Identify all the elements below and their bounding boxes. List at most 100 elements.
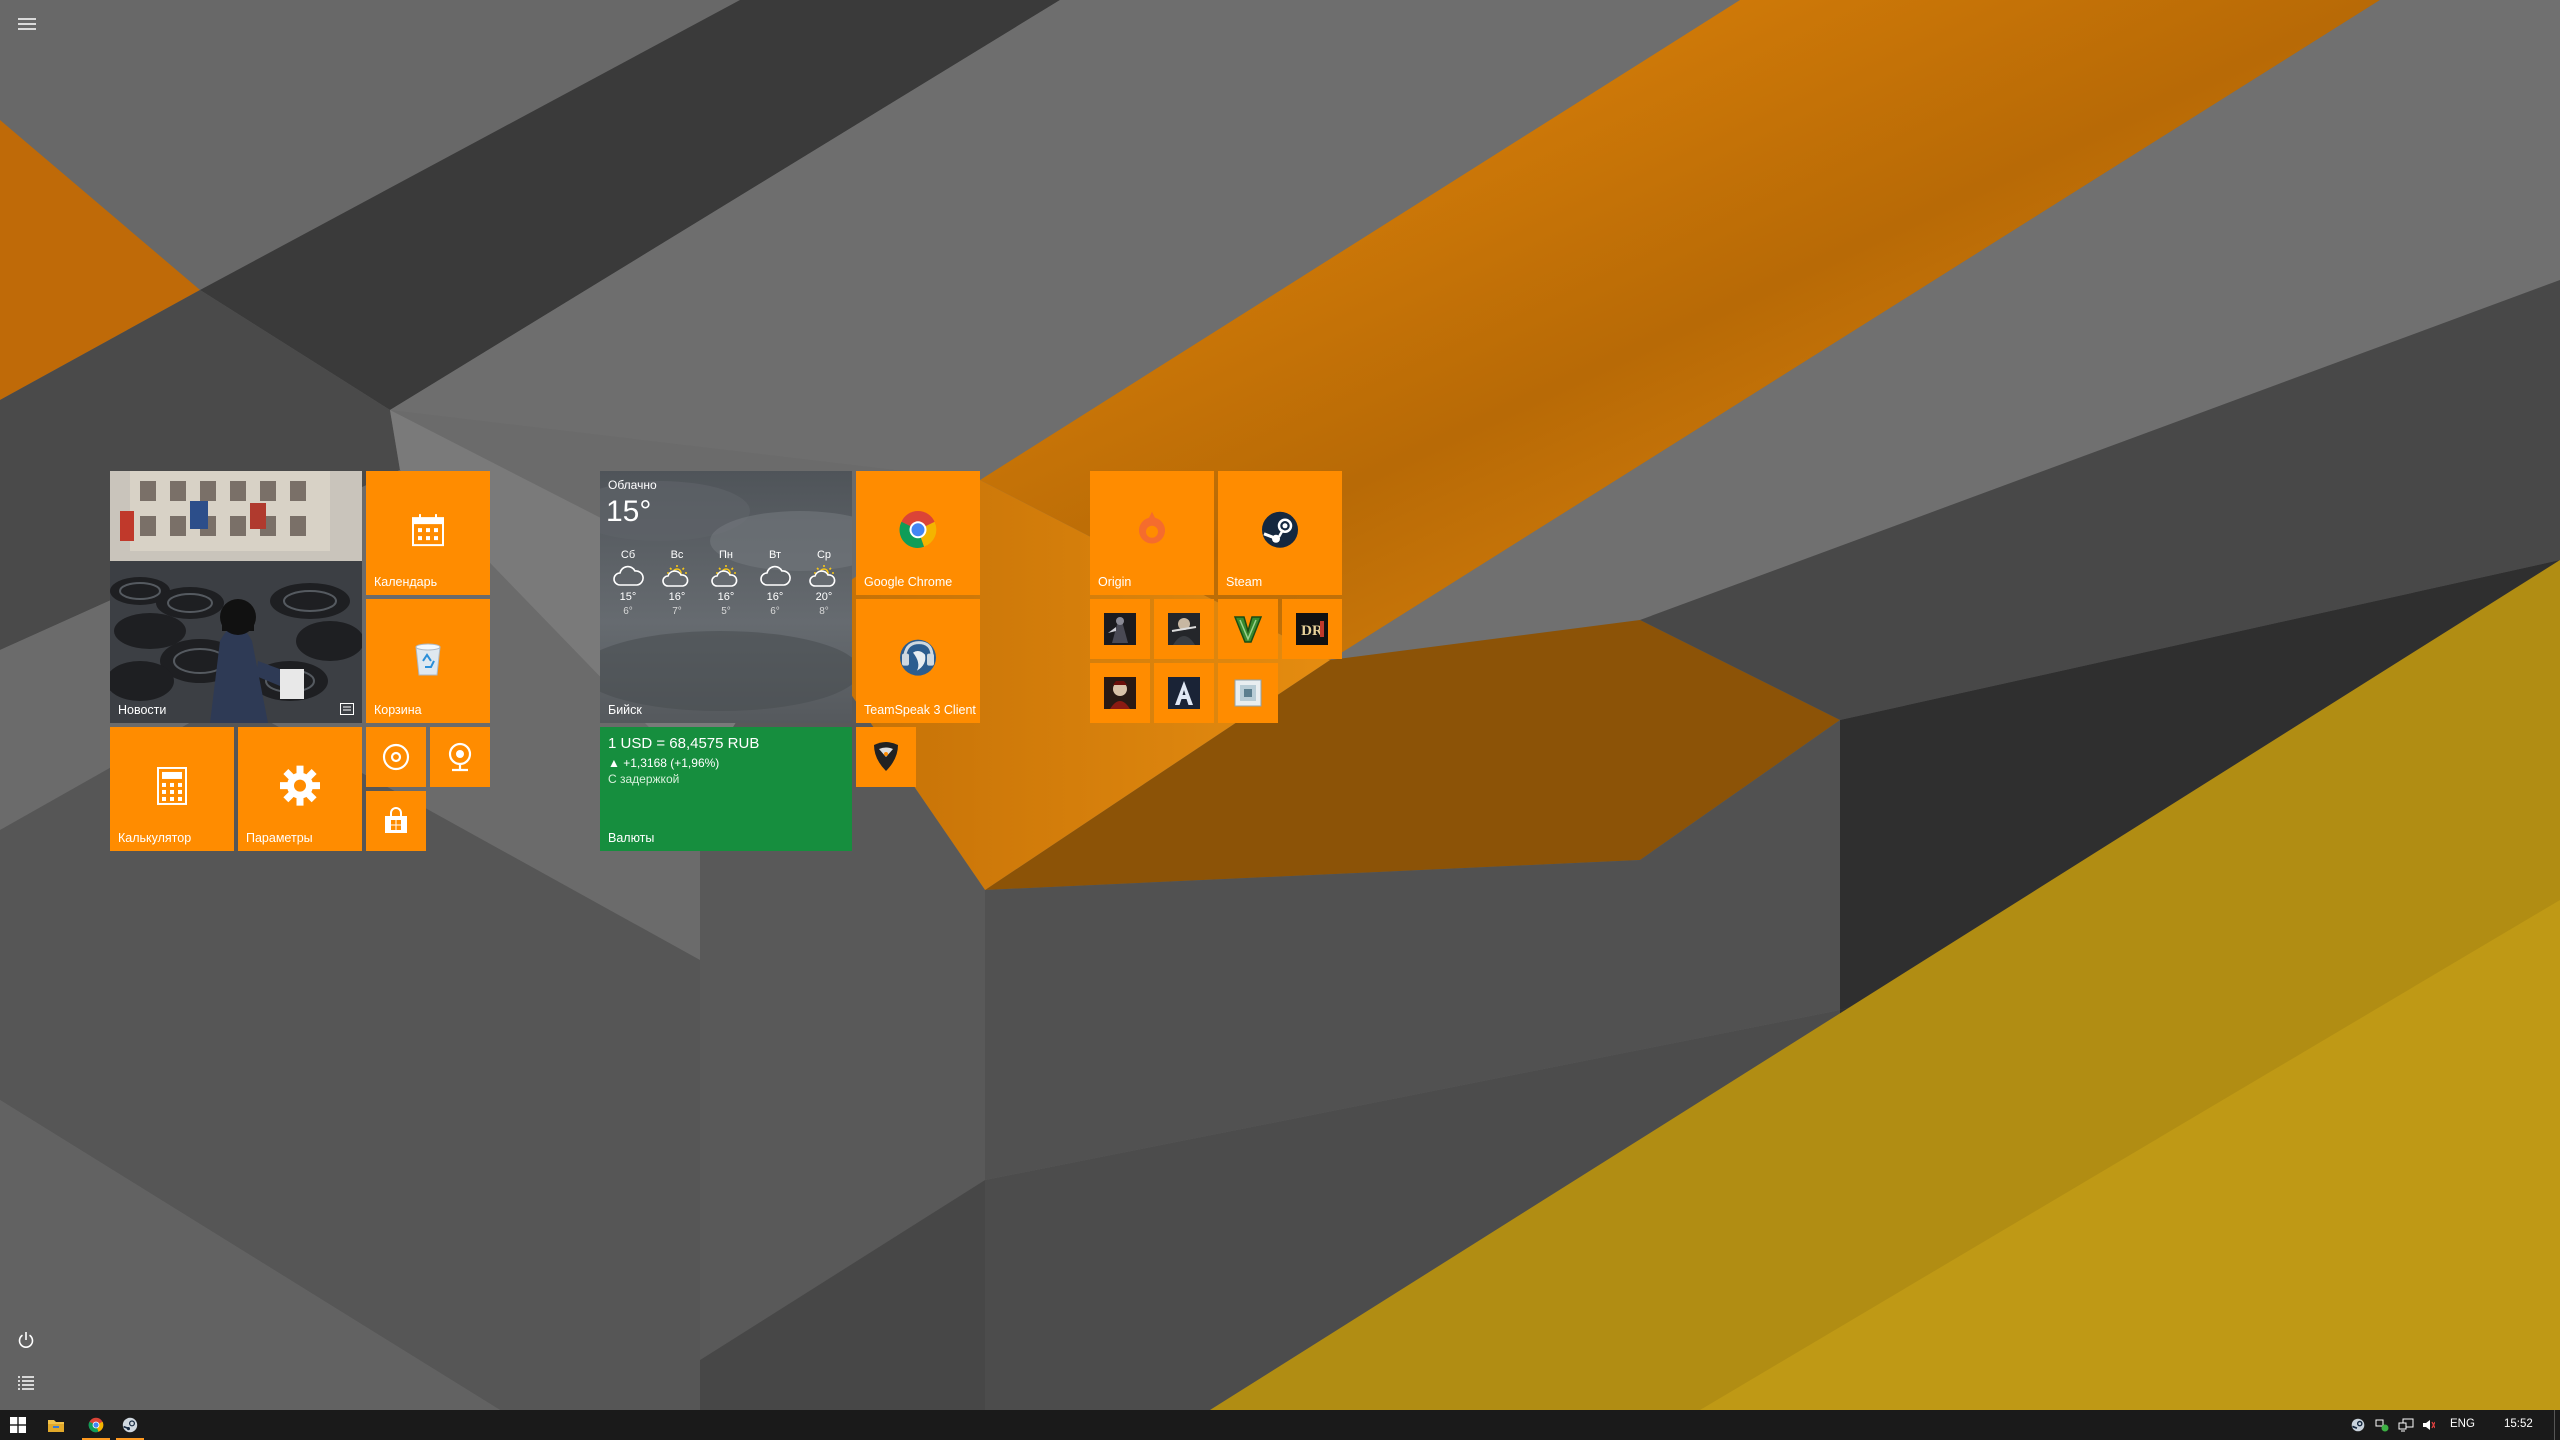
svg-text:DR: DR: [1301, 623, 1323, 639]
windows-logo-icon: [10, 1417, 26, 1433]
recycle-bin-tile-label: Корзина: [374, 703, 422, 717]
currency-rate: 1 USD = 68,4575 RUB: [608, 735, 760, 752]
game-white-box-icon: [1234, 679, 1262, 707]
camera-tile[interactable]: [430, 727, 490, 787]
dr-game-icon: DR: [1296, 613, 1328, 645]
forecast-low-3: 6°: [770, 606, 780, 617]
calendar-tile-label: Календарь: [374, 575, 438, 589]
steam-tile[interactable]: Steam: [1218, 471, 1342, 595]
taskbar: ENG 15:52: [0, 1410, 2560, 1440]
forecast-day-4: Ср: [816, 549, 832, 561]
store-bag-icon: [385, 807, 407, 833]
currency-tile-label: Валюты: [608, 831, 655, 845]
guitar-pick-icon: [874, 742, 898, 771]
calculator-tile-label: Калькулятор: [118, 831, 192, 845]
start-button[interactable]: [0, 1410, 36, 1440]
origin-tile-label: Origin: [1098, 575, 1132, 589]
input-language[interactable]: ENG: [2450, 1418, 2475, 1430]
settings-tile-label: Параметры: [246, 831, 313, 845]
weather-current-temp: 15°: [606, 495, 652, 528]
chrome-tile-label: Google Chrome: [864, 575, 953, 589]
forecast-day-2: Пн: [719, 549, 733, 561]
forecast-low-0: 6°: [623, 606, 633, 617]
tray-volume[interactable]: [2420, 1417, 2436, 1433]
letter-a-game-icon: [1168, 677, 1200, 709]
gear-icon: [280, 765, 320, 806]
hamburger-icon: [18, 18, 36, 30]
taskbar-file-explorer[interactable]: [36, 1410, 76, 1440]
game-red-warrior-icon: [1104, 677, 1136, 709]
origin-icon: [1139, 511, 1165, 544]
weather-tile[interactable]: Облачно 15° Сб Вс Пн Вт Ср 15° 16° 16° 1…: [600, 471, 852, 723]
game-tile-6[interactable]: [1154, 663, 1214, 723]
settings-tile[interactable]: Параметры: [238, 727, 362, 851]
game-tile-7[interactable]: [1218, 663, 1278, 723]
chrome-icon: [899, 510, 937, 549]
game-dark-figure-icon: [1104, 613, 1136, 645]
tray-network-status[interactable]: [2374, 1417, 2390, 1433]
groove-music-tile[interactable]: [366, 727, 426, 787]
cloud-icon: [760, 565, 791, 586]
game-tile-1[interactable]: [1090, 599, 1150, 659]
calculator-tile[interactable]: Калькулятор: [110, 727, 234, 851]
calendar-tile[interactable]: Календарь: [366, 471, 490, 595]
power-icon: [18, 1332, 34, 1348]
currency-tile[interactable]: 1 USD = 68,4575 RUB ▲ +1,3168 (+1,96%) С…: [600, 727, 852, 851]
webcam-icon: [448, 742, 472, 772]
forecast-high-2: 16°: [717, 591, 735, 603]
steam-tile-label: Steam: [1226, 575, 1263, 589]
news-tile-label: Новости: [118, 703, 167, 717]
tray-network[interactable]: [2398, 1417, 2414, 1433]
hamburger-menu-button[interactable]: [11, 8, 43, 40]
chrome-tile[interactable]: Google Chrome: [856, 471, 980, 595]
chrome-icon: [88, 1417, 104, 1433]
calculator-icon: [157, 766, 187, 805]
tray-steam[interactable]: [2350, 1417, 2366, 1433]
forecast-day-0: Сб: [620, 549, 636, 561]
news-tile[interactable]: Новости: [110, 471, 362, 723]
gta-v-icon: [1233, 616, 1263, 643]
teamspeak-icon: [900, 639, 936, 676]
teamspeak-tile[interactable]: TeamSpeak 3 Client: [856, 599, 980, 723]
game-tile-4[interactable]: DR: [1282, 599, 1342, 659]
game-tile-3[interactable]: [1218, 599, 1278, 659]
partly-sunny-icon: [809, 565, 836, 587]
clock[interactable]: 15:52: [2504, 1418, 2533, 1430]
recycle-bin-icon: [415, 643, 441, 676]
music-disc-icon: [382, 743, 410, 771]
news-badge-icon: [340, 703, 354, 715]
origin-tile[interactable]: Origin: [1090, 471, 1214, 595]
store-tile[interactable]: [366, 791, 426, 851]
game-soldier-icon: [1168, 613, 1200, 645]
show-desktop-button[interactable]: [2554, 1410, 2560, 1440]
steam-icon: [1262, 511, 1298, 548]
steam-icon: [122, 1417, 138, 1433]
forecast-high-4: 20°: [815, 591, 833, 603]
steam-tray-icon: [2351, 1418, 2365, 1432]
network-status-icon: [2375, 1419, 2389, 1432]
forecast-high-0: 15°: [619, 591, 637, 603]
power-button[interactable]: [10, 1324, 42, 1356]
taskbar-steam[interactable]: [110, 1410, 150, 1440]
game-tile-2[interactable]: [1154, 599, 1214, 659]
recycle-bin-tile[interactable]: Корзина: [366, 599, 490, 723]
partly-sunny-icon: [711, 565, 738, 587]
partly-sunny-icon: [662, 565, 689, 587]
all-apps-list-icon: [18, 1376, 34, 1390]
network-icon: [2398, 1418, 2414, 1432]
folder-icon: [48, 1420, 64, 1432]
forecast-day-3: Вт: [768, 549, 781, 561]
weather-condition: Облачно: [608, 478, 657, 492]
forecast-low-4: 8°: [819, 606, 829, 617]
cloud-icon: [613, 565, 644, 586]
forecast-day-1: Вс: [670, 549, 684, 561]
forecast-low-2: 5°: [721, 606, 731, 617]
forecast-high-3: 16°: [766, 591, 784, 603]
forecast-low-1: 7°: [672, 606, 682, 617]
news-photo: [110, 471, 362, 723]
all-apps-button[interactable]: [10, 1367, 42, 1399]
game-tile-5[interactable]: [1090, 663, 1150, 723]
guitar-app-tile[interactable]: [856, 727, 916, 787]
volume-icon: [2423, 1420, 2435, 1430]
weather-city: Бийск: [608, 703, 642, 717]
